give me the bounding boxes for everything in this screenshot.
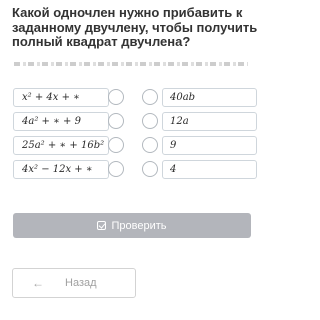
match-row: 25a² + ∗ + 16b² 9 [13,136,263,155]
left-radio[interactable] [108,137,124,153]
right-radio[interactable] [142,137,158,153]
check-button[interactable]: Проверить [13,213,251,238]
expression-cell: x² + 4x + ∗ [13,88,109,107]
right-radio[interactable] [142,161,158,177]
match-row: 4x² − 12x + ∗ 4 [13,160,263,179]
expression-cell: 4x² − 12x + ∗ [13,160,109,179]
match-row: 4a² + ∗ + 9 12a [13,112,263,131]
checkbox-icon [97,221,107,230]
right-radio[interactable] [142,89,158,105]
arrow-left-icon: ← [32,276,44,290]
check-button-label: Проверить [111,219,167,232]
left-radio[interactable] [108,113,124,129]
right-radio[interactable] [142,113,158,129]
answer-cell[interactable]: 12a [162,112,257,131]
expression-cell: 4a² + ∗ + 9 [13,112,109,131]
progress-strip [14,62,248,66]
back-button-label: Назад [65,277,97,289]
left-radio[interactable] [108,89,124,105]
back-button[interactable]: ← Назад [12,268,136,298]
match-row: x² + 4x + ∗ 40ab [13,88,263,107]
answer-cell[interactable]: 4 [162,160,257,179]
answer-cell[interactable]: 40ab [162,88,257,107]
expression-cell: 25a² + ∗ + 16b² [13,136,109,155]
question-text: Какой одночлен нужно прибавить к заданно… [12,5,258,49]
answer-cell[interactable]: 9 [162,136,257,155]
left-radio[interactable] [108,161,124,177]
